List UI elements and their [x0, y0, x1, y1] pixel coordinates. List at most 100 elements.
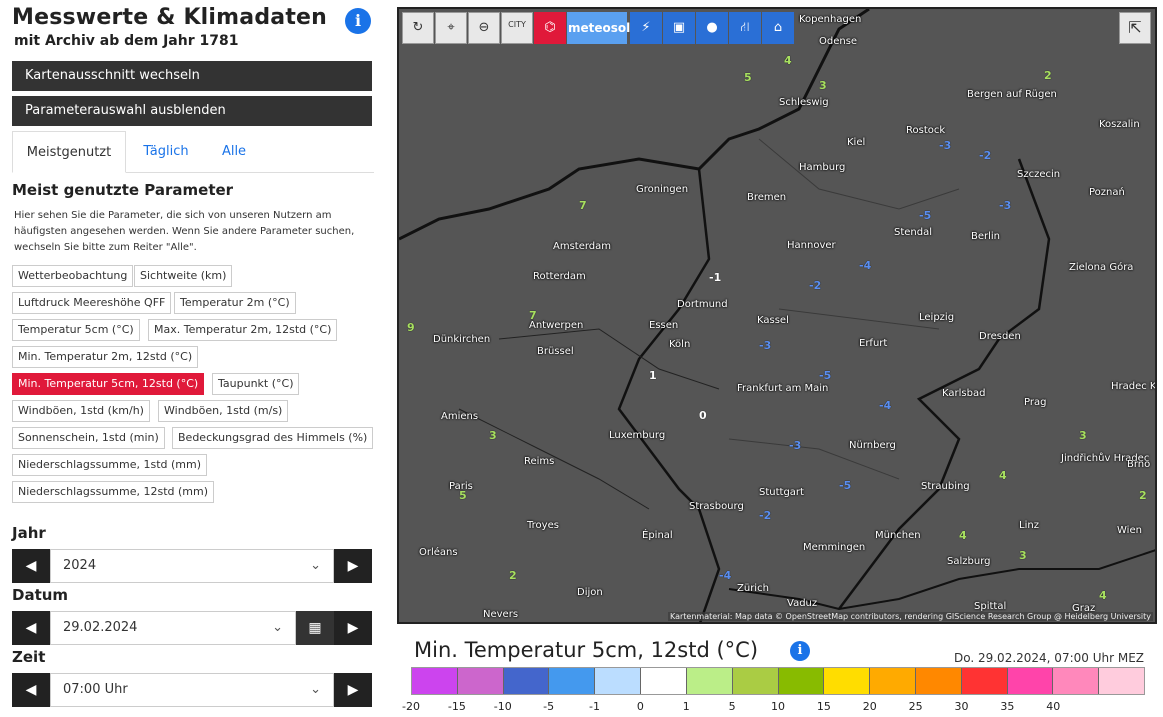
- refresh-button[interactable]: ↻: [402, 12, 434, 44]
- station-value: 3: [819, 79, 827, 92]
- legend-color-cell: [595, 668, 642, 694]
- city-button[interactable]: CITY: [501, 12, 533, 44]
- station-value: 4: [1099, 589, 1107, 602]
- city-label: Salzburg: [947, 556, 991, 567]
- city-label: Brno: [1127, 459, 1151, 470]
- phone-radar-icon: ▣: [672, 20, 686, 35]
- station-value: 4: [999, 469, 1007, 482]
- city-label: Strasbourg: [689, 501, 744, 512]
- date-control: ◀ 29.02.2024 ⌄ ▦ ▶: [12, 611, 372, 645]
- param-button[interactable]: Niederschlagssumme, 1std (mm): [12, 454, 208, 476]
- time-label: Zeit: [12, 648, 46, 666]
- share-button[interactable]: ⇱: [1119, 12, 1151, 44]
- param-button[interactable]: Max. Temperatur 2m, 12std (°C): [148, 319, 338, 341]
- tab-meistgenutzt[interactable]: Meistgenutzt: [12, 131, 126, 173]
- year-control: ◀ 2024 ⌄ ▶: [12, 549, 372, 583]
- year-select[interactable]: 2024 ⌄: [50, 549, 334, 583]
- time-control: ◀ 07:00 Uhr ⌄ ▶: [12, 673, 372, 707]
- station-button[interactable]: ⌬: [534, 12, 566, 44]
- param-button[interactable]: Sichtweite (km): [134, 265, 233, 287]
- road-button[interactable]: ⛙: [729, 12, 761, 44]
- refresh-icon: ↻: [412, 20, 424, 35]
- station-value: -3: [999, 199, 1012, 212]
- legend-tick-label: 15: [816, 700, 831, 713]
- param-button[interactable]: Luftdruck Meereshöhe QFF: [12, 292, 172, 314]
- station-value: 0: [699, 409, 707, 422]
- param-button[interactable]: Wetterbeobachtung: [12, 265, 134, 287]
- wind-turbine-button[interactable]: ⚡: [630, 12, 662, 44]
- weather-map[interactable]: ↻ ⌖ ⊖ CITY ⌬ meteosol ⚡ ▣ ● ⛙ ⌂ ⇱ Kopenh…: [397, 7, 1157, 624]
- param-button[interactable]: Taupunkt (°C): [212, 373, 300, 395]
- city-label: Poznań: [1089, 187, 1125, 198]
- city-label: Berlin: [971, 231, 1001, 242]
- time-value: 07:00 Uhr: [63, 682, 128, 697]
- year-prev-button[interactable]: ◀: [12, 549, 50, 583]
- city-label: Stuttgart: [759, 487, 804, 498]
- city-label: Karlsbad: [942, 388, 986, 399]
- legend-color-cell: [961, 668, 1008, 694]
- param-button[interactable]: Min. Temperatur 2m, 12std (°C): [12, 346, 199, 368]
- legend-tick-label: 40: [1046, 700, 1061, 713]
- meteosol-button[interactable]: meteosol: [567, 12, 630, 44]
- time-prev-button[interactable]: ◀: [12, 673, 50, 707]
- legend-color-cell: [641, 668, 687, 694]
- param-button-selected[interactable]: Min. Temperatur 5cm, 12std (°C): [12, 373, 205, 395]
- city-label: Amsterdam: [553, 241, 612, 252]
- city-label: Dijon: [577, 587, 603, 598]
- year-next-button[interactable]: ▶: [334, 549, 372, 583]
- calendar-button[interactable]: ▦: [296, 611, 334, 645]
- legend-color-cell: [732, 668, 779, 694]
- param-button[interactable]: Bedeckungsgrad des Himmels (%): [172, 427, 374, 449]
- param-button[interactable]: Niederschlagssumme, 12std (mm): [12, 481, 215, 503]
- param-button[interactable]: Windböen, 1std (km/h): [12, 400, 150, 422]
- station-value: -5: [839, 479, 852, 492]
- map-section-button[interactable]: Kartenausschnitt wechseln: [12, 61, 372, 91]
- chevron-down-icon: ⌄: [310, 682, 321, 697]
- legend-tick-label: -1: [589, 700, 600, 713]
- zoom-button[interactable]: ⊖: [468, 12, 500, 44]
- param-button[interactable]: Temperatur 5cm (°C): [12, 319, 140, 341]
- station-value: 5: [744, 71, 752, 84]
- legend-info-icon[interactable]: i: [790, 641, 810, 661]
- legend-color-cell: [1007, 668, 1054, 694]
- caret-right-icon: ▶: [347, 558, 359, 574]
- city-label: Straubing: [921, 481, 970, 492]
- station-value: 2: [1044, 69, 1052, 82]
- station-value: -1: [709, 271, 722, 284]
- city-label: Leipzig: [919, 312, 955, 323]
- date-next-button[interactable]: ▶: [334, 611, 372, 645]
- legend-tick-label: -5: [543, 700, 555, 713]
- legend-title: Min. Temperatur 5cm, 12std (°C): [414, 638, 759, 662]
- tab-taeglich[interactable]: Täglich: [132, 131, 200, 173]
- city-label: Vaduz: [787, 598, 818, 609]
- hide-params-button[interactable]: Parameterauswahl ausblenden: [12, 96, 372, 126]
- factory-button[interactable]: ⌂: [762, 12, 794, 44]
- date-prev-button[interactable]: ◀: [12, 611, 50, 645]
- station-value: 2: [1139, 489, 1147, 502]
- city-label: Spittal: [974, 601, 1007, 612]
- param-button[interactable]: Temperatur 2m (°C): [174, 292, 296, 314]
- legend-color-cell: [503, 668, 550, 694]
- tab-alle[interactable]: Alle: [208, 131, 260, 173]
- city-label: CITY: [508, 20, 526, 29]
- balloon-button[interactable]: ●: [696, 12, 728, 44]
- time-next-button[interactable]: ▶: [334, 673, 372, 707]
- param-button[interactable]: Sonnenschein, 1std (min): [12, 427, 165, 449]
- time-select[interactable]: 07:00 Uhr ⌄: [50, 673, 334, 707]
- legend-color-cell: [870, 668, 916, 694]
- radar-button[interactable]: ▣: [663, 12, 695, 44]
- chevron-down-icon: ⌄: [310, 558, 321, 573]
- legend-tick-label: 1: [682, 700, 690, 713]
- param-button[interactable]: Windböen, 1std (m/s): [158, 400, 289, 422]
- year-label: Jahr: [12, 524, 46, 542]
- info-icon[interactable]: i: [345, 8, 371, 34]
- city-label: Brüssel: [537, 346, 574, 357]
- date-select[interactable]: 29.02.2024 ⌄: [50, 611, 296, 645]
- station-value: -2: [809, 279, 822, 292]
- station-value: -2: [979, 149, 992, 162]
- param-tabs: Meistgenutzt Täglich Alle: [12, 131, 374, 173]
- city-label: Dortmund: [677, 299, 728, 310]
- legend-color-cell: [457, 668, 504, 694]
- city-label: Dresden: [979, 331, 1021, 342]
- locate-button[interactable]: ⌖: [435, 12, 467, 44]
